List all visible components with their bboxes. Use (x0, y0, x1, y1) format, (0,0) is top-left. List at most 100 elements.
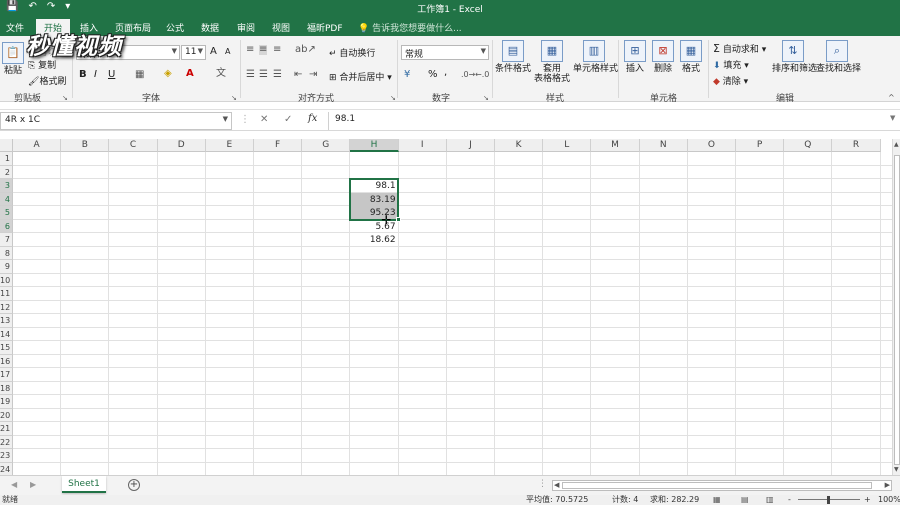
tab-file[interactable]: 文件 (6, 21, 24, 34)
autosum-button[interactable]: Σ 自动求和 ▾ (713, 42, 766, 55)
row-header-4[interactable]: 4 (0, 192, 13, 206)
cell-h7[interactable]: 18.62 (350, 233, 397, 247)
zoom-in-button[interactable]: + (864, 495, 871, 505)
decrease-indent-icon[interactable]: ⇤ (294, 70, 302, 80)
row-header-13[interactable]: 13 (0, 314, 13, 328)
column-header-m[interactable]: M (591, 139, 640, 152)
percent-button[interactable]: % (428, 69, 438, 80)
column-header-i[interactable]: I (398, 139, 447, 152)
zoom-out-button[interactable]: - (788, 495, 791, 505)
scroll-up-icon[interactable]: ▲ (894, 141, 899, 148)
phonetic-icon[interactable]: 文 (216, 69, 226, 79)
formula-input[interactable]: 98.1 (328, 112, 888, 130)
select-all-corner[interactable] (0, 139, 13, 152)
row-header-14[interactable]: 14 (0, 327, 13, 341)
row-header-17[interactable]: 17 (0, 368, 13, 382)
column-header-k[interactable]: K (495, 139, 544, 152)
row-header-2[interactable]: 2 (0, 165, 13, 179)
tab-review[interactable]: 审阅 (237, 21, 255, 34)
align-bottom-icon[interactable]: ≡ (273, 45, 281, 55)
column-header-g[interactable]: G (302, 139, 351, 152)
row-header-23[interactable]: 23 (0, 449, 13, 463)
number-launcher-icon[interactable]: ↘ (483, 93, 489, 103)
column-header-q[interactable]: Q (784, 139, 833, 152)
add-sheet-icon[interactable]: + (128, 479, 140, 491)
zoom-level[interactable]: 100% (878, 495, 900, 505)
align-right-icon[interactable]: ☰ (273, 70, 282, 80)
decrease-decimal-icon[interactable]: ←.0 (475, 70, 489, 80)
column-header-p[interactable]: P (736, 139, 785, 152)
vertical-scrollbar[interactable]: ▲ ▼ (892, 139, 900, 475)
wrap-text-button[interactable]: ↵ 自动换行 (329, 46, 375, 59)
grow-font-button[interactable]: A (210, 46, 217, 57)
normal-view-icon[interactable]: ▦ (713, 495, 721, 505)
format-as-table-button[interactable]: ▦ 套用 表格格式 (532, 40, 572, 84)
horizontal-scroll-thumb[interactable] (562, 482, 872, 489)
row-header-8[interactable]: 8 (0, 246, 13, 260)
format-painter-button[interactable]: 🖌格式刷 (28, 74, 66, 87)
column-header-j[interactable]: J (446, 139, 495, 152)
page-layout-view-icon[interactable]: ▤ (741, 495, 749, 505)
scroll-right-icon[interactable]: ▶ (885, 481, 890, 489)
column-header-a[interactable]: A (13, 139, 62, 152)
insert-function-icon[interactable]: fx (308, 113, 317, 124)
find-select-button[interactable]: ⌕ 查找和选择 (816, 40, 861, 74)
column-header-b[interactable]: B (61, 139, 110, 152)
row-header-16[interactable]: 16 (0, 354, 13, 368)
tab-formulas[interactable]: 公式 (166, 21, 184, 34)
row-header-18[interactable]: 18 (0, 381, 13, 395)
row-header-9[interactable]: 9 (0, 260, 13, 274)
conditional-formatting-button[interactable]: ▤ 条件格式 (495, 40, 531, 74)
next-sheet-icon[interactable]: ▶ (30, 480, 36, 489)
row-header-15[interactable]: 15 (0, 341, 13, 355)
row-header-1[interactable]: 1 (0, 152, 13, 166)
prev-sheet-icon[interactable]: ◀ (11, 480, 17, 489)
orientation-icon[interactable]: ab↗ (295, 45, 316, 55)
tab-split-handle[interactable]: ⋮ (538, 479, 547, 489)
fill-button[interactable]: ⬇ 填充 ▾ (713, 58, 749, 71)
sheet-tab-sheet1[interactable]: Sheet1 (62, 476, 106, 493)
fill-handle[interactable] (395, 216, 401, 222)
expand-formula-bar-icon[interactable]: ▼ (890, 114, 895, 122)
scroll-left-icon[interactable]: ◀ (554, 481, 559, 489)
align-left-icon[interactable]: ☰ (246, 70, 255, 80)
tell-me-box[interactable]: 💡 告诉我您想要做什么... (358, 21, 462, 34)
worksheet-grid[interactable]: A B C D E F G H I J K L M N O P Q R 1 2 3 4 5 6 7 8 9 10 11 12 13 14 15 1… (0, 139, 892, 475)
font-launcher-icon[interactable]: ↘ (231, 93, 237, 103)
row-header-7[interactable]: 7 (0, 233, 13, 247)
sort-filter-button[interactable]: ⇅ 排序和筛选 (772, 40, 817, 74)
row-header-21[interactable]: 21 (0, 422, 13, 436)
row-header-20[interactable]: 20 (0, 408, 13, 422)
row-header-24[interactable]: 24 (0, 462, 13, 475)
increase-indent-icon[interactable]: ⇥ (309, 70, 317, 80)
row-header-22[interactable]: 22 (0, 435, 13, 449)
merge-center-button[interactable]: ⊞ 合并后居中 ▾ (329, 70, 392, 83)
align-middle-icon[interactable]: ≡ (259, 45, 268, 55)
tab-data[interactable]: 数据 (201, 21, 219, 34)
italic-button[interactable]: I (94, 69, 97, 80)
comma-button[interactable]: , (444, 67, 447, 78)
column-header-r[interactable]: R (832, 139, 881, 152)
underline-button[interactable]: U (108, 69, 115, 80)
number-format-combo[interactable]: 常规 ▼ (401, 45, 489, 60)
increase-decimal-icon[interactable]: .0→ (461, 70, 475, 80)
clear-button[interactable]: ◆ 清除 ▾ (713, 74, 748, 87)
name-box[interactable]: 4R x 1C ▼ (0, 112, 232, 130)
format-cells-button[interactable]: ▦ 格式 (678, 40, 704, 74)
horizontal-scrollbar[interactable]: ◀ ▶ (552, 480, 892, 491)
cancel-icon[interactable]: ✕ (260, 114, 268, 125)
row-header-5[interactable]: 5 (0, 206, 13, 220)
align-top-icon[interactable]: ≡ (246, 45, 254, 55)
page-break-view-icon[interactable]: ▥ (766, 495, 774, 505)
delete-cells-button[interactable]: ⊠ 删除 (650, 40, 676, 74)
column-header-l[interactable]: L (543, 139, 592, 152)
align-center-icon[interactable]: ☰ (259, 70, 268, 80)
tab-foxit-pdf[interactable]: 福昕PDF (307, 21, 343, 34)
paste-button[interactable]: 📋 粘贴 (2, 42, 24, 76)
column-header-d[interactable]: D (157, 139, 206, 152)
cell-h4[interactable]: 83.19 (350, 192, 398, 206)
bold-button[interactable]: B (79, 69, 87, 80)
font-size-combo[interactable]: 11 ▼ (181, 45, 206, 60)
insert-cells-button[interactable]: ⊞ 插入 (622, 40, 648, 74)
enter-icon[interactable]: ✓ (284, 114, 292, 125)
